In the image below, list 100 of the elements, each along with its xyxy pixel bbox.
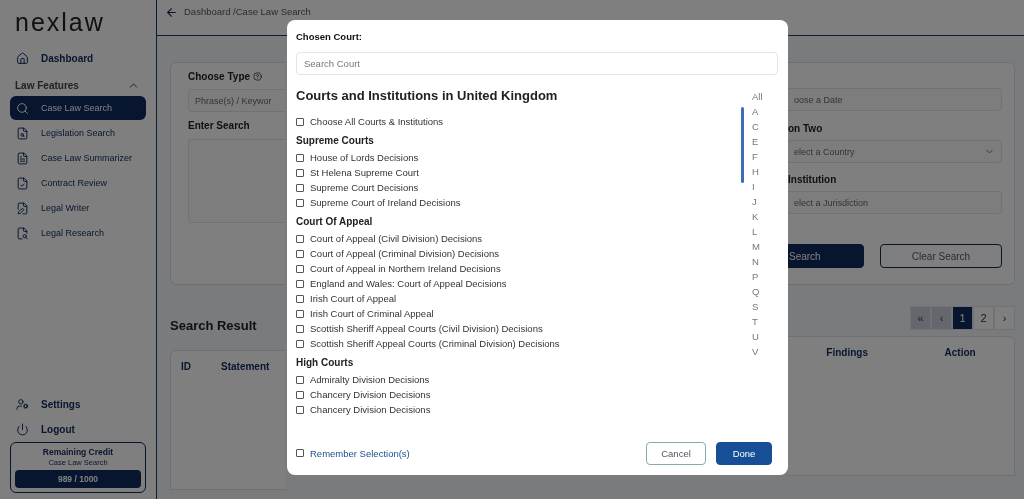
option-label[interactable]: Supreme Court of Ireland Decisions	[310, 197, 461, 208]
checkbox[interactable]	[296, 168, 304, 177]
home-icon	[16, 52, 29, 65]
checkbox[interactable]	[296, 198, 304, 207]
alphabet-link[interactable]: M	[752, 239, 778, 254]
option-label[interactable]: Scottish Sheriff Appeal Courts (Civil Division) Decisions	[310, 323, 543, 334]
nav-item[interactable]: Settings	[10, 392, 146, 417]
checkbox[interactable]	[296, 117, 304, 126]
checkbox[interactable]	[296, 390, 304, 399]
alphabet-link[interactable]: I	[752, 179, 778, 194]
checkbox[interactable]	[296, 183, 304, 192]
column-header: Action	[944, 347, 976, 360]
checkbox[interactable]	[296, 234, 304, 243]
country-select[interactable]: elect a Country	[788, 140, 1002, 163]
checkbox[interactable]	[296, 309, 304, 318]
power-icon	[16, 423, 29, 436]
clear-search-button[interactable]: Clear Search	[880, 244, 1002, 268]
checkbox[interactable]	[296, 375, 304, 384]
section-header[interactable]: Law Features	[10, 71, 146, 96]
back-arrow-icon[interactable]	[165, 6, 178, 19]
option-label[interactable]: Chancery Division Decisions	[310, 404, 431, 415]
alphabet-link[interactable]: N	[752, 254, 778, 269]
option-label[interactable]: Supreme Court Decisions	[310, 182, 419, 193]
alphabet-link[interactable]: S	[752, 299, 778, 314]
checkbox[interactable]	[296, 339, 304, 348]
alphabet-link[interactable]: F	[752, 149, 778, 164]
document-search-icon	[16, 126, 29, 140]
alphabet-link[interactable]: H	[752, 164, 778, 179]
nav-item[interactable]: Contract Review	[10, 171, 146, 195]
option-label[interactable]: Choose All Courts & Institutions	[310, 116, 444, 127]
alphabet-link[interactable]: V	[752, 344, 778, 359]
done-button[interactable]: Done	[716, 441, 772, 465]
user-gear-icon	[16, 398, 29, 411]
section-title: Search Result	[170, 316, 258, 335]
alphabet-link[interactable]: K	[752, 209, 778, 224]
checkbox[interactable]	[296, 449, 304, 457]
document-icon	[16, 151, 29, 165]
alphabet-link[interactable]: L	[752, 224, 778, 239]
nav-item[interactable]: Legal Research	[10, 221, 146, 245]
alphabet-link[interactable]: J	[752, 194, 778, 209]
checkbox[interactable]	[296, 153, 304, 162]
type-select[interactable]: Phrase(s) / Keywor	[188, 89, 285, 112]
column-header: Findings	[826, 347, 868, 360]
checkbox[interactable]	[296, 279, 304, 288]
option-label[interactable]: Court of Appeal (Criminal Division) Decisions	[310, 248, 499, 259]
alphabet-link[interactable]: P	[752, 269, 778, 284]
page-button[interactable]: 2	[973, 306, 994, 330]
alphabet-link[interactable]: E	[752, 134, 778, 149]
page-button[interactable]: ›	[994, 306, 1015, 330]
field-label: on Two	[788, 123, 824, 134]
checkbox[interactable]	[296, 249, 304, 258]
dialog-title: Chosen Court:	[296, 31, 363, 42]
alphabet-link[interactable]: All	[752, 89, 778, 104]
help-icon[interactable]	[253, 72, 263, 81]
search-field[interactable]: Search Court	[296, 52, 778, 75]
option-label[interactable]: England and Wales: Court of Appeal Decisions	[310, 278, 507, 289]
search-button[interactable]: Search	[788, 244, 864, 268]
page-button[interactable]: 1	[952, 306, 973, 330]
date-field[interactable]: oose a Date	[788, 88, 1002, 111]
nav-item[interactable]: Case Law Search	[10, 96, 146, 120]
option-label[interactable]: Court of Appeal (Civil Division) Decisions	[310, 233, 483, 244]
group-title: Supreme Courts	[296, 135, 375, 146]
column-header: ID	[181, 361, 191, 374]
nav-item[interactable]: Legal Writer	[10, 196, 146, 220]
checkbox[interactable]	[296, 264, 304, 273]
alphabet-link[interactable]: U	[752, 329, 778, 344]
group-title: Court Of Appeal	[296, 216, 374, 227]
field-label: Enter Search	[188, 120, 251, 131]
search-icon	[16, 101, 29, 115]
scrollbar-thumb[interactable]	[741, 107, 744, 183]
remember-label[interactable]: Remember Selection(s)	[310, 447, 640, 459]
alphabet-link[interactable]: Q	[752, 284, 778, 299]
alphabet-link[interactable]: C	[752, 119, 778, 134]
nav-item[interactable]: Dashboard	[10, 46, 146, 71]
document-search-icon	[16, 226, 29, 240]
nav-item[interactable]: Legislation Search	[10, 121, 146, 145]
checkbox[interactable]	[296, 405, 304, 414]
group-title: High Courts	[296, 357, 355, 368]
option-label[interactable]: House of Lords Decisions	[310, 152, 419, 163]
option-label[interactable]: St Helena Supreme Court	[310, 167, 419, 178]
nav-item[interactable]: Case Law Summarizer	[10, 146, 146, 170]
option-label[interactable]: Irish Court of Appeal	[310, 293, 397, 304]
field-label: Choose Type	[188, 71, 251, 82]
jurisdiction-field[interactable]: elect a Jurisdiction	[788, 191, 1002, 214]
alphabet-link[interactable]: A	[752, 104, 778, 119]
document-check-icon	[16, 176, 29, 190]
credit-title: Remaining Credit	[42, 447, 114, 457]
option-label[interactable]: Irish Court of Criminal Appeal	[310, 308, 434, 319]
document-pen-icon	[16, 201, 29, 215]
cancel-button[interactable]: Cancel	[646, 441, 706, 465]
checkbox[interactable]	[296, 294, 304, 303]
option-label[interactable]: Admiralty Division Decisions	[310, 374, 430, 385]
column-header: Statement	[221, 361, 270, 374]
checkbox[interactable]	[296, 324, 304, 333]
credit-value: 989 / 1000	[15, 470, 141, 488]
option-label[interactable]: Court of Appeal in Northern Ireland Decisions	[310, 263, 501, 274]
option-label[interactable]: Chancery Division Decisions	[310, 389, 431, 400]
alphabet-link[interactable]: T	[752, 314, 778, 329]
nav-item[interactable]: Logout	[10, 417, 146, 442]
option-label[interactable]: Scottish Sheriff Appeal Courts (Criminal Division) Decisions	[310, 338, 560, 349]
